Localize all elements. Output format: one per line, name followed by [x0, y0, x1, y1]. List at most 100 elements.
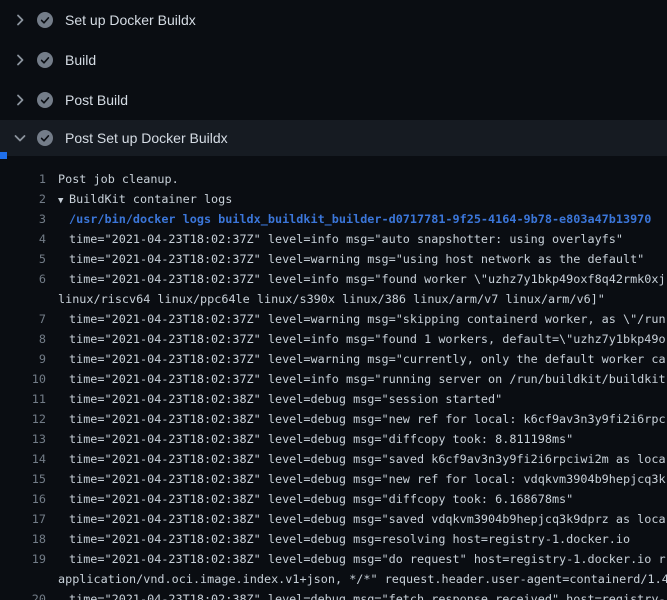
line-text: time="2021-04-23T18:02:38Z" level=debug … — [69, 592, 666, 600]
line-number[interactable]: 19 — [0, 549, 46, 569]
log-line: 4 time="2021-04-23T18:02:37Z" level=info… — [0, 229, 667, 249]
log-line: 9 time="2021-04-23T18:02:37Z" level=warn… — [0, 349, 667, 369]
line-text: time="2021-04-23T18:02:37Z" level=info m… — [69, 372, 666, 386]
line-number[interactable]: 17 — [0, 509, 46, 529]
line-number[interactable] — [0, 569, 46, 589]
line-number[interactable]: 10 — [0, 369, 46, 389]
line-text: BuildKit container logs — [69, 192, 232, 206]
line-text: time="2021-04-23T18:02:38Z" level=debug … — [69, 432, 573, 446]
line-text: time="2021-04-23T18:02:38Z" level=debug … — [69, 532, 630, 546]
check-circle-icon — [37, 52, 53, 68]
line-number[interactable]: 18 — [0, 529, 46, 549]
step-label: Post Build — [65, 92, 128, 108]
line-text: time="2021-04-23T18:02:37Z" level=warnin… — [69, 312, 666, 326]
line-number[interactable]: 1 — [0, 169, 46, 189]
line-content: time="2021-04-23T18:02:38Z" level=debug … — [69, 529, 630, 549]
log-line: 18 time="2021-04-23T18:02:38Z" level=deb… — [0, 529, 667, 549]
log-line: 10 time="2021-04-23T18:02:37Z" level=inf… — [0, 369, 667, 389]
line-content: /usr/bin/docker logs buildx_buildkit_bui… — [69, 209, 651, 229]
line-text: time="2021-04-23T18:02:38Z" level=debug … — [69, 512, 666, 526]
line-number[interactable]: 2 — [0, 189, 46, 209]
log-line: 1 Post job cleanup. — [0, 169, 667, 189]
line-content: application/vnd.oci.image.index.v1+json,… — [58, 569, 667, 589]
line-text: time="2021-04-23T18:02:38Z" level=debug … — [69, 472, 666, 486]
line-content: ▼BuildKit container logs — [58, 189, 232, 209]
line-content: time="2021-04-23T18:02:37Z" level=info m… — [69, 229, 623, 249]
line-content: time="2021-04-23T18:02:37Z" level=info m… — [69, 329, 666, 349]
line-number[interactable]: 13 — [0, 429, 46, 449]
step-row[interactable]: Set up Docker Buildx — [0, 0, 667, 40]
log-line: 20 time="2021-04-23T18:02:38Z" level=deb… — [0, 589, 667, 600]
line-number[interactable] — [0, 289, 46, 309]
step-label: Set up Docker Buildx — [65, 12, 196, 28]
line-text: time="2021-04-23T18:02:37Z" level=warnin… — [69, 352, 666, 366]
log-line: 16 time="2021-04-23T18:02:38Z" level=deb… — [0, 489, 667, 509]
steps-list: Set up Docker Buildx Build P — [0, 0, 667, 156]
line-content: time="2021-04-23T18:02:37Z" level=info m… — [69, 269, 666, 289]
line-content: time="2021-04-23T18:02:38Z" level=debug … — [69, 489, 573, 509]
line-number[interactable]: 12 — [0, 409, 46, 429]
log-line: 5 time="2021-04-23T18:02:37Z" level=warn… — [0, 249, 667, 269]
log-line: 14 time="2021-04-23T18:02:38Z" level=deb… — [0, 449, 667, 469]
line-number[interactable]: 15 — [0, 469, 46, 489]
line-text: time="2021-04-23T18:02:37Z" level=warnin… — [69, 252, 644, 266]
log-line: 3 /usr/bin/docker logs buildx_buildkit_b… — [0, 209, 667, 229]
line-content: time="2021-04-23T18:02:37Z" level=info m… — [69, 369, 666, 389]
line-content: time="2021-04-23T18:02:38Z" level=debug … — [69, 389, 502, 409]
log-line: 7 time="2021-04-23T18:02:37Z" level=warn… — [0, 309, 667, 329]
line-content: time="2021-04-23T18:02:38Z" level=debug … — [69, 409, 666, 429]
line-number[interactable]: 4 — [0, 229, 46, 249]
line-content: time="2021-04-23T18:02:38Z" level=debug … — [69, 449, 666, 469]
log-line: 12 time="2021-04-23T18:02:38Z" level=deb… — [0, 409, 667, 429]
line-number[interactable]: 3 — [0, 209, 46, 229]
line-text: time="2021-04-23T18:02:37Z" level=info m… — [69, 332, 666, 346]
line-number[interactable]: 11 — [0, 389, 46, 409]
line-number[interactable]: 14 — [0, 449, 46, 469]
chevron-down-icon[interactable] — [12, 130, 28, 146]
log-line: 13 time="2021-04-23T18:02:38Z" level=deb… — [0, 429, 667, 449]
chevron-right-icon[interactable] — [12, 52, 28, 68]
line-text: Post job cleanup. — [58, 172, 179, 186]
log-line: 11 time="2021-04-23T18:02:38Z" level=deb… — [0, 389, 667, 409]
line-number[interactable]: 6 — [0, 269, 46, 289]
line-number[interactable]: 9 — [0, 349, 46, 369]
collapse-toggle-icon[interactable]: ▼ — [58, 191, 69, 211]
line-content: Post job cleanup. — [58, 169, 179, 189]
line-number[interactable]: 7 — [0, 309, 46, 329]
log-line: linux/riscv64 linux/ppc64le linux/s390x … — [0, 289, 667, 309]
line-content: time="2021-04-23T18:02:38Z" level=debug … — [69, 589, 666, 600]
line-content: time="2021-04-23T18:02:37Z" level=warnin… — [69, 349, 666, 369]
log-line: 15 time="2021-04-23T18:02:38Z" level=deb… — [0, 469, 667, 489]
chevron-right-icon[interactable] — [12, 12, 28, 28]
line-text: application/vnd.oci.image.index.v1+json,… — [58, 572, 667, 586]
step-row[interactable]: Build — [0, 40, 667, 80]
line-content: time="2021-04-23T18:02:37Z" level=warnin… — [69, 249, 644, 269]
line-text: time="2021-04-23T18:02:38Z" level=debug … — [69, 552, 666, 566]
log-line: 19 time="2021-04-23T18:02:38Z" level=deb… — [0, 549, 667, 569]
line-number[interactable]: 20 — [0, 589, 46, 600]
check-circle-icon — [37, 92, 53, 108]
line-number[interactable]: 5 — [0, 249, 46, 269]
log-line: 17 time="2021-04-23T18:02:38Z" level=deb… — [0, 509, 667, 529]
line-number[interactable]: 8 — [0, 329, 46, 349]
step-row[interactable]: Post Build — [0, 80, 667, 120]
log-line: 2 ▼BuildKit container logs — [0, 189, 667, 209]
check-circle-icon — [37, 12, 53, 28]
line-text: time="2021-04-23T18:02:38Z" level=debug … — [69, 412, 666, 426]
line-number[interactable]: 16 — [0, 489, 46, 509]
line-text: /usr/bin/docker logs buildx_buildkit_bui… — [69, 212, 651, 226]
line-text: time="2021-04-23T18:02:38Z" level=debug … — [69, 452, 666, 466]
line-content: time="2021-04-23T18:02:38Z" level=debug … — [69, 429, 573, 449]
check-circle-icon — [37, 130, 53, 146]
log-line: application/vnd.oci.image.index.v1+json,… — [0, 569, 667, 589]
log-line: 6 time="2021-04-23T18:02:37Z" level=info… — [0, 269, 667, 289]
step-row[interactable]: Post Set up Docker Buildx — [0, 120, 667, 156]
chevron-right-icon[interactable] — [12, 92, 28, 108]
line-text: time="2021-04-23T18:02:38Z" level=debug … — [69, 392, 502, 406]
line-text: time="2021-04-23T18:02:38Z" level=debug … — [69, 492, 573, 506]
log-view[interactable]: 1 Post job cleanup. 2 ▼BuildKit containe… — [0, 156, 667, 600]
line-content: linux/riscv64 linux/ppc64le linux/s390x … — [58, 289, 605, 309]
line-content: time="2021-04-23T18:02:38Z" level=debug … — [69, 509, 666, 529]
line-text: time="2021-04-23T18:02:37Z" level=info m… — [69, 272, 666, 286]
log-line: 8 time="2021-04-23T18:02:37Z" level=info… — [0, 329, 667, 349]
